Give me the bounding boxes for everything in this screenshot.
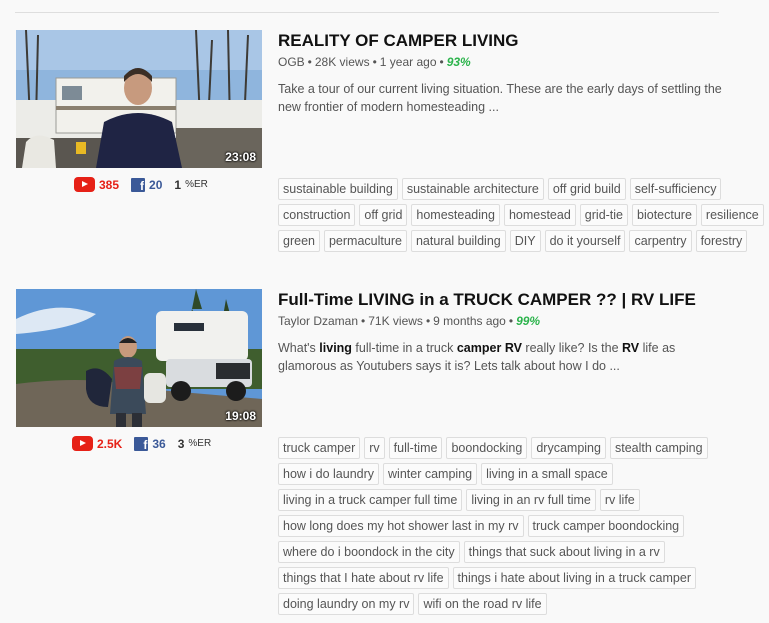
tag-chip[interactable]: homesteading (411, 204, 500, 226)
description-text: What's (278, 341, 320, 355)
tag-chip[interactable]: green (278, 230, 320, 252)
tag-chip[interactable]: drycamping (531, 437, 606, 459)
youtube-count: 385 (99, 177, 120, 192)
tag-chip[interactable]: homestead (503, 204, 576, 226)
tag-chip[interactable]: grid-tie (579, 204, 629, 226)
tag-chip[interactable]: living in an rv full time (466, 489, 596, 511)
tag-chip[interactable]: how i do laundry (278, 463, 380, 485)
video-description: Take a tour of our current living situat… (278, 82, 722, 114)
tag-chip[interactable]: boondocking (446, 437, 528, 459)
engagement-rate: 3 %ER (172, 437, 211, 451)
view-count: 71K views (368, 314, 423, 328)
rating-percent: 99% (516, 314, 541, 328)
tag-chip[interactable]: things i hate about living in a truck ca… (452, 567, 696, 589)
engagement-rate: 1 %ER (168, 178, 207, 192)
tag-chip[interactable]: stealth camping (609, 437, 708, 459)
tag-chip[interactable]: winter camping (383, 463, 478, 485)
tag-list: sustainable building sustainable architec… (278, 178, 769, 252)
video-meta: Taylor Dzaman • 71K views • 9 months ago • 99% (278, 314, 541, 328)
facebook-icon: f (134, 436, 149, 452)
tag-chip[interactable]: where do i boondock in the city (278, 541, 460, 563)
tag-chip[interactable]: living in a small space (481, 463, 613, 485)
er-value: 3 (177, 436, 185, 451)
upload-age: 9 months ago (433, 314, 506, 328)
video-duration: 19:08 (225, 409, 256, 423)
facebook-icon: f (131, 177, 146, 193)
tag-list: truck camper rv full-time boondocking drycam… (278, 437, 748, 615)
video-meta: OGB • 28K views • 1 year ago • 93% (278, 55, 471, 69)
tag-chip[interactable]: do it yourself (544, 230, 626, 252)
facebook-stat: f 36 (134, 436, 166, 452)
thumbnail-image (16, 30, 262, 168)
tag-chip[interactable]: rv (364, 437, 385, 459)
facebook-count: 20 (149, 177, 163, 192)
description-text: full-time in a truck (351, 341, 457, 355)
video-thumbnail[interactable]: 23:08 (16, 30, 262, 168)
highlighted-keyword: RV (504, 341, 522, 355)
youtube-stat: 2.5K (72, 436, 122, 451)
tag-chip[interactable]: full-time (388, 437, 443, 459)
description-text: really like? Is the (521, 341, 622, 355)
video-title[interactable]: REALITY OF CAMPER LIVING (278, 30, 738, 52)
er-label: %ER (185, 179, 208, 190)
tag-chip[interactable]: self-sufficiency (629, 178, 722, 200)
tag-chip[interactable]: rv life (599, 489, 640, 511)
tag-chip[interactable]: living in a truck camper full time (278, 489, 463, 511)
tag-chip[interactable]: sustainable building (278, 178, 398, 200)
er-value: 1 (174, 177, 182, 192)
channel-name[interactable]: Taylor Dzaman (278, 314, 358, 328)
youtube-count: 2.5K (97, 436, 123, 451)
engagement-stats: 385 f 20 1 %ER (74, 177, 208, 193)
video-info: Full-Time LIVING in a TRUCK CAMPER ?? | … (278, 289, 738, 375)
tag-chip[interactable]: off grid build (547, 178, 626, 200)
rating-percent: 93% (446, 55, 471, 69)
highlighted-keyword: living (319, 341, 352, 355)
youtube-stat: 385 (74, 177, 119, 192)
youtube-icon (72, 436, 93, 451)
tag-chip[interactable]: natural building (410, 230, 506, 252)
video-description: What's living full-time in a truck campe… (278, 339, 723, 375)
tag-chip[interactable]: sustainable architecture (401, 178, 544, 200)
view-count: 28K views (314, 55, 370, 69)
tag-chip[interactable]: permaculture (323, 230, 407, 252)
video-info: REALITY OF CAMPER LIVING OGB • 28K views • 1… (278, 30, 738, 116)
tag-chip[interactable]: wifi on the road rv life (418, 593, 547, 615)
er-label: %ER (188, 438, 212, 449)
tag-chip[interactable]: biotecture (632, 204, 697, 226)
facebook-count: 36 (152, 436, 166, 451)
youtube-icon (74, 177, 95, 192)
tag-chip[interactable]: DIY (509, 230, 541, 252)
video-duration: 23:08 (225, 150, 256, 164)
video-thumbnail[interactable]: 19:08 (16, 289, 262, 427)
tag-chip[interactable]: truck camper (278, 437, 361, 459)
tag-chip[interactable]: how long does my hot shower last in my r… (278, 515, 524, 537)
thumbnail-image (16, 289, 262, 427)
tag-chip[interactable]: things that suck about living in a rv (463, 541, 665, 563)
facebook-stat: f 20 (131, 177, 163, 193)
top-divider (15, 12, 719, 13)
tag-chip[interactable]: resilience (700, 204, 764, 226)
highlighted-keyword: RV (622, 341, 640, 355)
video-title[interactable]: Full-Time LIVING in a TRUCK CAMPER ?? | … (278, 289, 738, 311)
channel-name[interactable]: OGB (278, 55, 305, 69)
tag-chip[interactable]: off grid (359, 204, 408, 226)
tag-chip[interactable]: truck camper boondocking (527, 515, 685, 537)
tag-chip[interactable]: things that I hate about rv life (278, 567, 449, 589)
tag-chip[interactable]: doing laundry on my rv (278, 593, 415, 615)
upload-age: 1 year ago (379, 55, 437, 69)
tag-chip[interactable]: forestry (695, 230, 748, 252)
tag-chip[interactable]: carpentry (629, 230, 692, 252)
tag-chip[interactable]: construction (278, 204, 356, 226)
engagement-stats: 2.5K f 36 3 %ER (72, 436, 211, 452)
highlighted-keyword: camper (456, 341, 502, 355)
